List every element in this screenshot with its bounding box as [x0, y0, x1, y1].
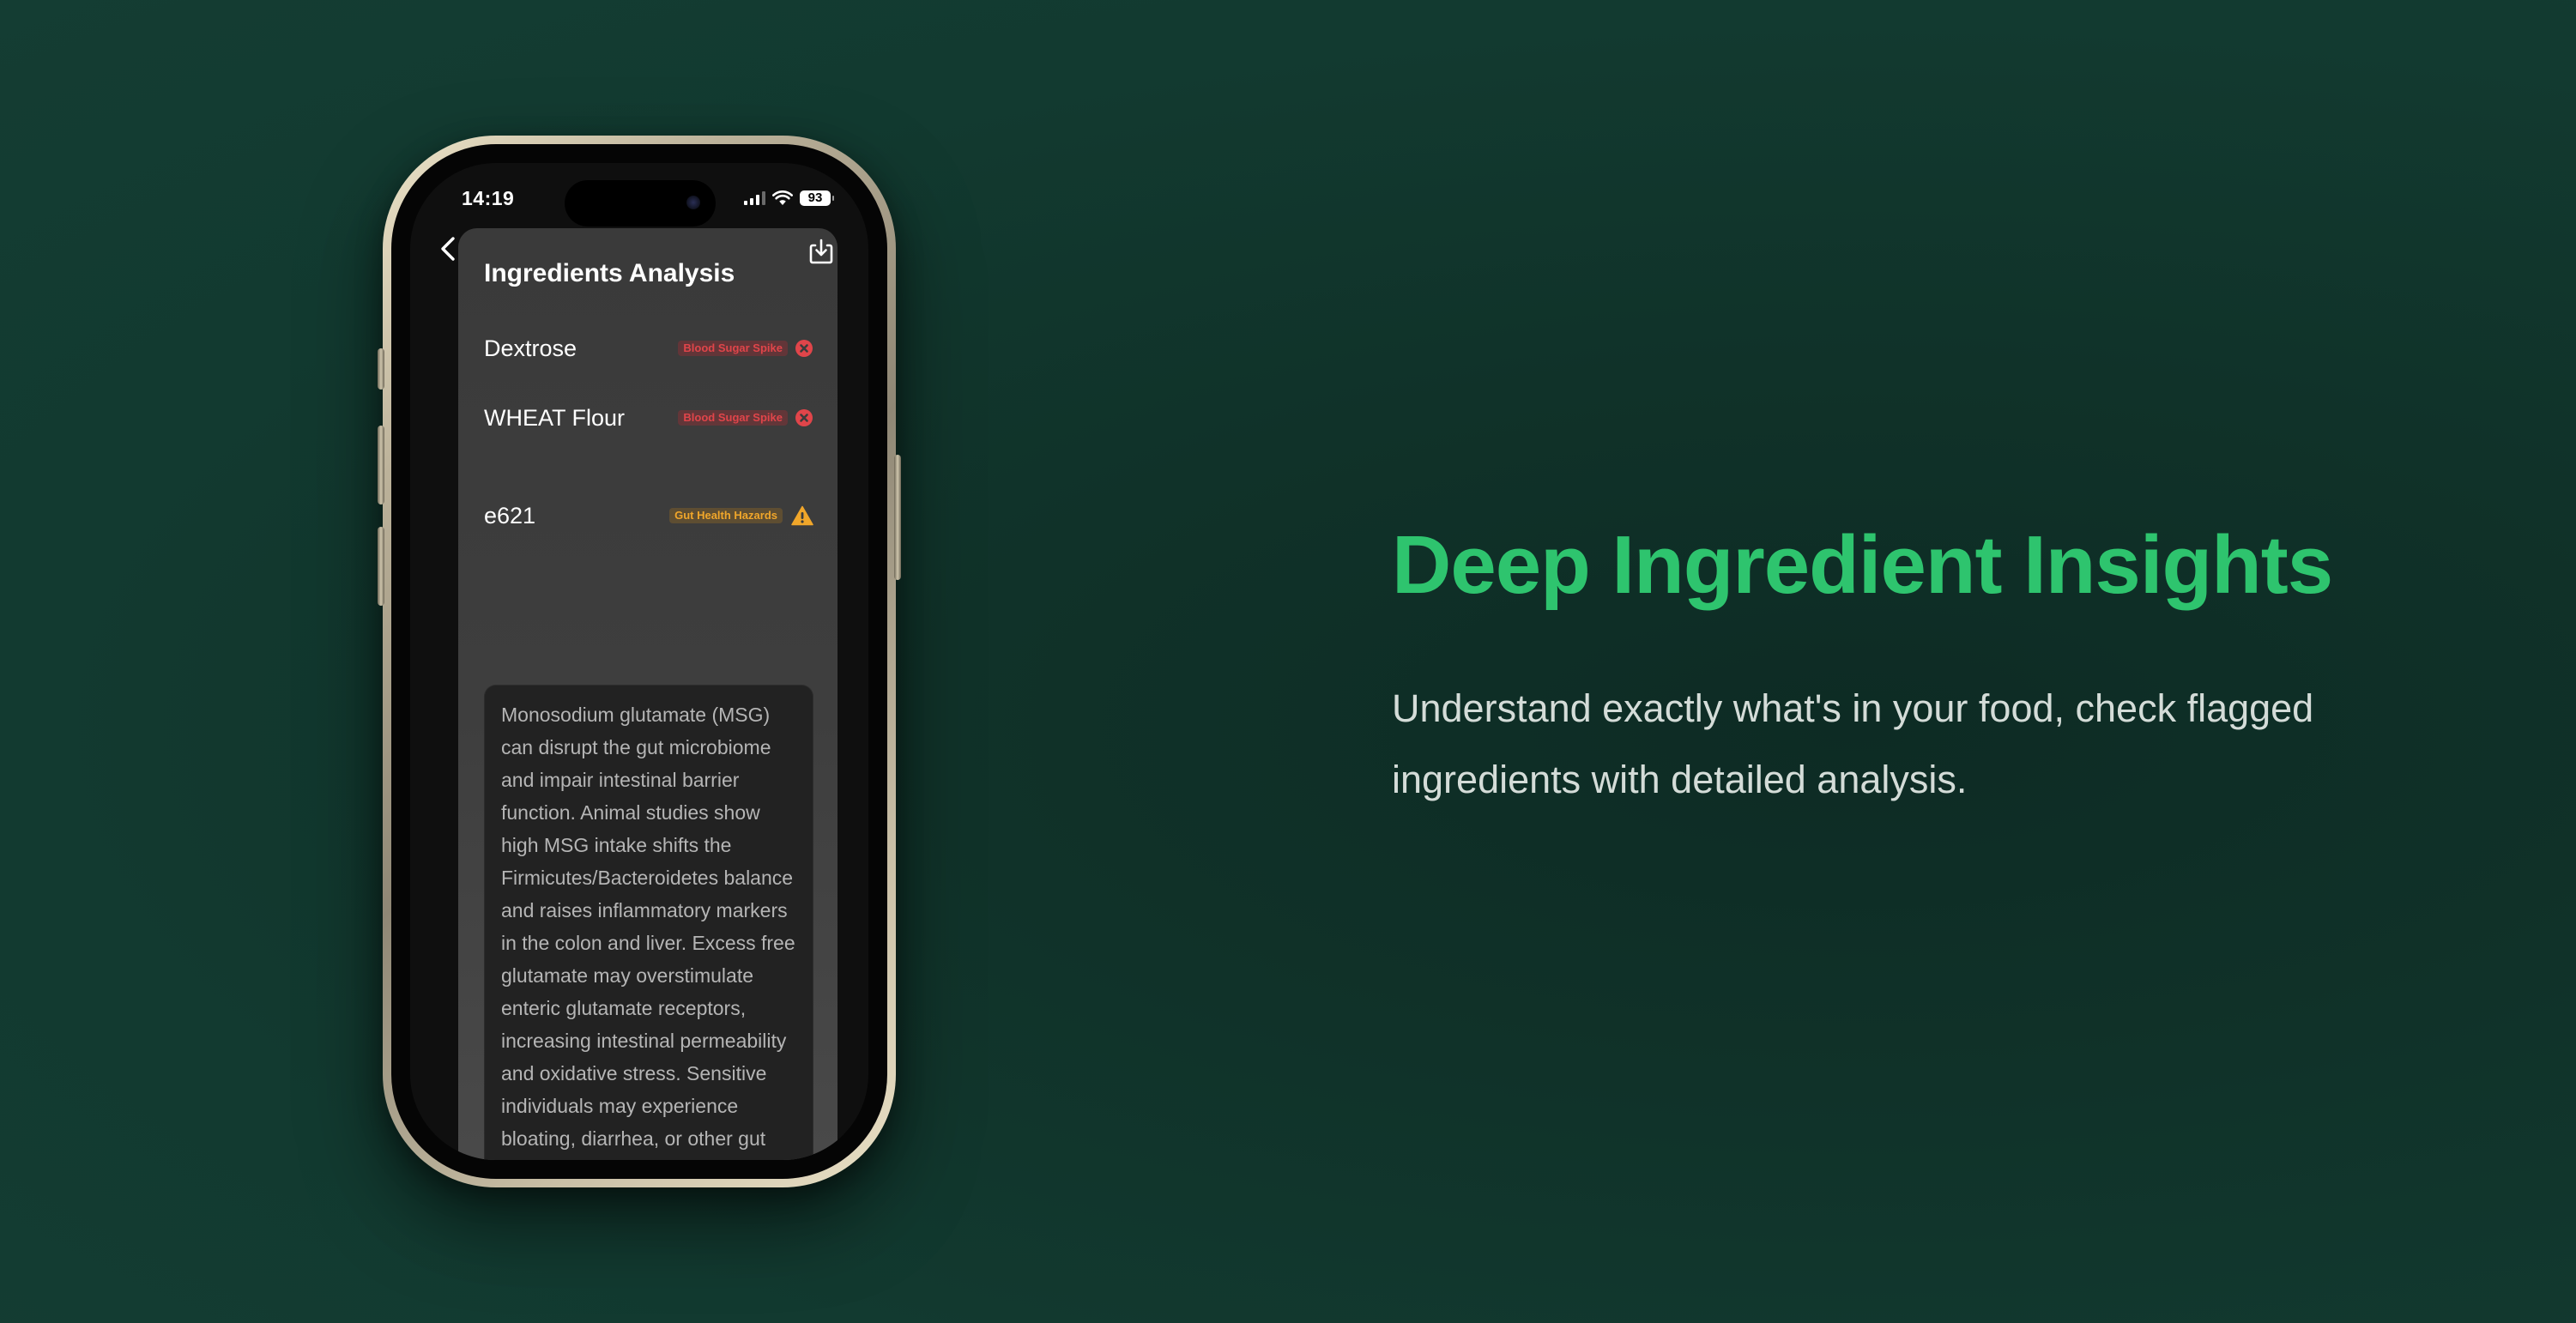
battery-indicator: 93 [800, 190, 834, 206]
status-indicators: 93 [744, 189, 834, 208]
phone-mockup: 14:19 93 Ingredients Analysis Dextrose B… [378, 136, 901, 1187]
action-button [378, 348, 384, 390]
download-icon[interactable] [807, 235, 836, 266]
wifi-icon [772, 190, 793, 205]
cellular-signal-icon [744, 191, 765, 205]
camera-icon [686, 196, 700, 209]
page-title: Ingredients Analysis [484, 259, 735, 287]
marketing-subtext: Understand exactly what's in your food, … [1392, 686, 2314, 801]
risk-tag: Gut Health Hazards [669, 508, 783, 523]
x-circle-icon [795, 409, 813, 426]
dynamic-island [565, 180, 716, 227]
ingredient-row[interactable]: e621 Gut Health Hazards [484, 500, 813, 531]
status-time: 14:19 [462, 187, 515, 209]
volume-up-button [378, 426, 384, 504]
ingredient-row[interactable]: Dextrose Blood Sugar Spike [484, 333, 813, 364]
ingredient-name: e621 [484, 503, 536, 529]
x-circle-icon [795, 340, 813, 357]
phone-bezel: 14:19 93 Ingredients Analysis Dextrose B… [391, 144, 887, 1179]
volume-down-button [378, 527, 384, 606]
marketing-headline: Deep Ingredient Insights [1392, 519, 2333, 611]
warning-triangle-icon [791, 505, 813, 526]
power-button [894, 455, 901, 580]
ingredient-description-card[interactable]: Monosodium glutamate (MSG) can disrupt t… [484, 685, 813, 1160]
ingredient-row[interactable]: WHEAT Flour Blood Sugar Spike [484, 402, 813, 433]
risk-tag: Blood Sugar Spike [678, 410, 788, 426]
back-chevron-icon[interactable] [432, 232, 467, 266]
phone-screen: 14:19 93 Ingredients Analysis Dextrose B… [410, 163, 868, 1160]
ingredient-description: Monosodium glutamate (MSG) can disrupt t… [501, 704, 795, 1150]
ingredient-name: Dextrose [484, 335, 577, 361]
risk-tag: Blood Sugar Spike [678, 341, 788, 356]
ingredient-name: WHEAT Flour [484, 405, 626, 431]
